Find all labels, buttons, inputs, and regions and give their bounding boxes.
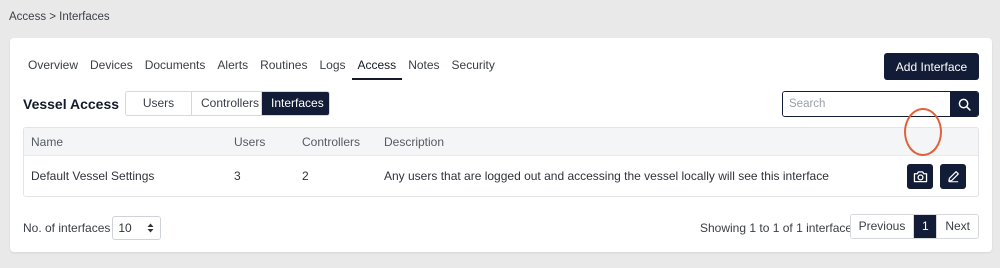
pencil-icon xyxy=(947,170,959,182)
header-description: Description xyxy=(384,134,445,149)
tab-alerts[interactable]: Alerts xyxy=(211,58,254,80)
search-box xyxy=(782,91,979,117)
section-tabs: Overview Devices Documents Alerts Routin… xyxy=(22,58,501,80)
add-interface-button[interactable]: Add Interface xyxy=(884,53,979,80)
page-1-button[interactable]: 1 xyxy=(914,215,938,238)
tab-logs[interactable]: Logs xyxy=(313,58,351,80)
segment-users[interactable]: Users xyxy=(126,92,192,115)
sort-arrows-icon xyxy=(147,223,154,233)
interfaces-table: Name Users Controllers Description Defau… xyxy=(23,127,979,197)
next-page-button[interactable]: Next xyxy=(937,215,978,238)
header-users: Users xyxy=(234,134,266,149)
row-name: Default Vessel Settings xyxy=(31,169,155,183)
header-name: Name xyxy=(31,134,64,149)
access-segmented-control: Users Controllers Interfaces xyxy=(125,91,330,116)
tab-notes[interactable]: Notes xyxy=(402,58,445,80)
page-size-control: No. of interfaces 10 xyxy=(23,216,162,240)
edit-interface-button[interactable] xyxy=(940,163,966,189)
search-button[interactable] xyxy=(950,92,978,116)
page-size-label: No. of interfaces xyxy=(23,221,111,235)
segment-controllers[interactable]: Controllers xyxy=(192,92,262,115)
interfaces-card: Overview Devices Documents Alerts Routin… xyxy=(10,38,992,252)
segment-interfaces[interactable]: Interfaces xyxy=(262,92,329,115)
tab-devices[interactable]: Devices xyxy=(84,58,139,80)
tab-access[interactable]: Access xyxy=(351,58,403,80)
search-input[interactable] xyxy=(783,92,950,116)
table-row: Default Vessel Settings 3 2 Any users th… xyxy=(24,155,978,196)
table-header: Name Users Controllers Description xyxy=(24,128,978,155)
page-size-select[interactable]: 10 xyxy=(112,216,162,240)
previous-page-button[interactable]: Previous xyxy=(850,215,915,238)
row-description: Any users that are logged out and access… xyxy=(384,169,829,183)
tab-routines[interactable]: Routines xyxy=(254,58,313,80)
pagination: Previous 1 Next xyxy=(849,214,979,239)
row-actions xyxy=(884,163,978,189)
tab-security[interactable]: Security xyxy=(446,58,501,80)
page-size-value: 10 xyxy=(118,221,132,235)
section-title: Vessel Access xyxy=(23,96,120,112)
search-icon xyxy=(958,98,971,111)
pagination-summary: Showing 1 to 1 of 1 interfaces xyxy=(700,221,859,235)
breadcrumb: Access > Interfaces xyxy=(9,11,110,23)
header-controllers: Controllers xyxy=(302,134,361,149)
row-users: 3 xyxy=(234,169,241,183)
row-controllers: 2 xyxy=(302,169,309,183)
camera-icon xyxy=(913,170,927,182)
tab-documents[interactable]: Documents xyxy=(139,58,212,80)
view-interface-button[interactable] xyxy=(907,163,933,189)
tab-overview[interactable]: Overview xyxy=(22,58,84,80)
